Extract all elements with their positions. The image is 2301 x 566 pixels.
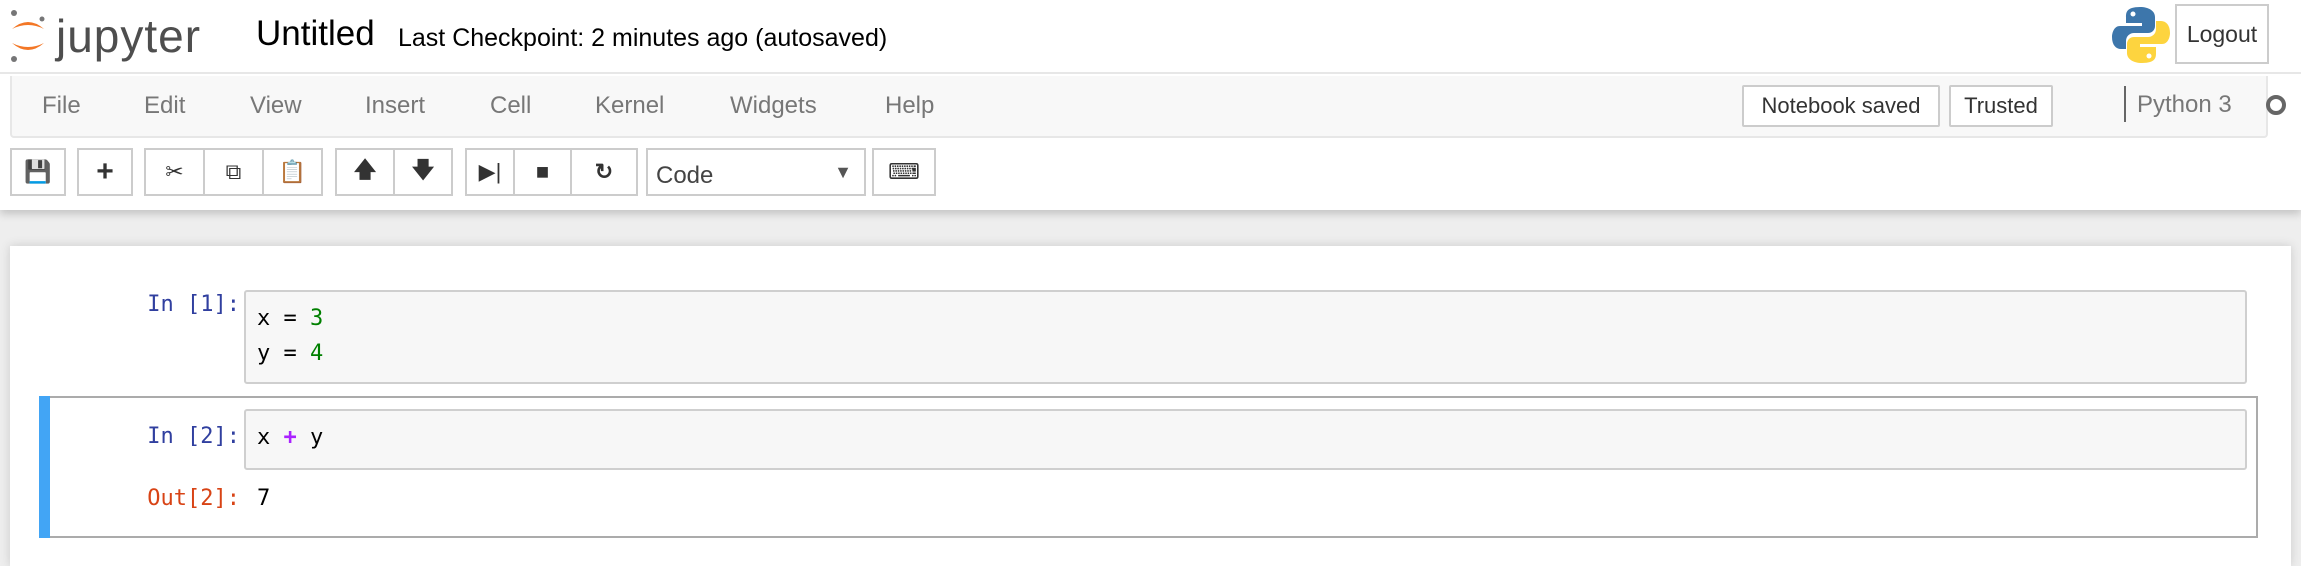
- menu-file[interactable]: File: [42, 92, 81, 120]
- menu-view[interactable]: View: [250, 92, 302, 120]
- notebook-title[interactable]: Untitled: [256, 14, 375, 54]
- stop-icon: ■: [535, 159, 550, 184]
- in-prompt: In [1]:: [147, 292, 240, 317]
- arrow-down-icon: 🡇: [411, 157, 435, 182]
- dropdown-arrow-icon: ▼: [834, 162, 852, 182]
- notebook-container: In [1]: x = 3 y = 4 In [2]: x + y Out[2]…: [10, 246, 2291, 566]
- menu-help[interactable]: Help: [885, 92, 934, 120]
- menu-edit[interactable]: Edit: [144, 92, 185, 120]
- code-input[interactable]: x + y: [244, 409, 2247, 470]
- header-divider: [0, 72, 2301, 74]
- kernel-name: Python 3: [2137, 91, 2232, 118]
- header: jupyter Untitled Last Checkpoint: 2 minu…: [0, 0, 2301, 210]
- copy-icon: ⧉: [225, 159, 242, 184]
- jupyter-logo[interactable]: jupyter: [8, 6, 201, 66]
- cut-icon: ✂: [165, 159, 184, 184]
- arrow-up-icon: 🡅: [353, 157, 377, 182]
- python-logo-icon: [2112, 7, 2170, 63]
- menu-widgets[interactable]: Widgets: [730, 92, 817, 120]
- run-button[interactable]: ▶|: [465, 148, 515, 196]
- kernel-idle-icon: [2266, 95, 2286, 115]
- save-button[interactable]: 💾: [10, 148, 66, 196]
- jupyter-logo-icon: [11, 10, 45, 62]
- plus-icon: +: [96, 155, 114, 188]
- code-cell-2-selected[interactable]: In [2]: x + y Out[2]: 7: [39, 396, 2258, 538]
- keyboard-icon: ⌨: [888, 159, 920, 184]
- restart-button[interactable]: ↻: [570, 148, 638, 196]
- trusted-indicator[interactable]: Trusted: [1949, 85, 2053, 127]
- in-prompt: In [2]:: [147, 424, 240, 449]
- cut-button[interactable]: ✂: [144, 148, 205, 196]
- kernel-divider: [2124, 86, 2126, 122]
- cell-type-value: Code: [656, 162, 714, 189]
- move-down-button[interactable]: 🡇: [393, 148, 453, 196]
- code-input[interactable]: x = 3 y = 4: [244, 290, 2247, 384]
- menu-insert[interactable]: Insert: [365, 92, 425, 120]
- selected-cell-indicator: [39, 396, 50, 538]
- checkpoint-status: Last Checkpoint: 2 minutes ago (autosave…: [398, 24, 888, 52]
- out-prompt: Out[2]:: [147, 486, 240, 511]
- paste-button[interactable]: 📋: [262, 148, 323, 196]
- save-icon: 💾: [24, 159, 52, 184]
- cell-type-select[interactable]: Code ▼: [646, 148, 866, 196]
- command-palette-button[interactable]: ⌨: [872, 148, 936, 196]
- logout-button[interactable]: Logout: [2175, 4, 2269, 64]
- cell-output: 7: [257, 486, 271, 511]
- menu-kernel[interactable]: Kernel: [595, 92, 664, 120]
- menubar: File Edit View Insert Cell Kernel Widget…: [10, 76, 2286, 138]
- copy-button[interactable]: ⧉: [203, 148, 264, 196]
- paste-icon: 📋: [278, 159, 307, 184]
- notification-notebook-saved: Notebook saved: [1742, 85, 1940, 127]
- step-forward-icon: ▶|: [478, 159, 502, 184]
- logo-text: jupyter: [56, 10, 202, 62]
- interrupt-button[interactable]: ■: [513, 148, 572, 196]
- menu-cell[interactable]: Cell: [490, 92, 531, 120]
- move-up-button[interactable]: 🡅: [335, 148, 395, 196]
- insert-cell-button[interactable]: +: [77, 148, 133, 196]
- refresh-icon: ↻: [594, 159, 614, 184]
